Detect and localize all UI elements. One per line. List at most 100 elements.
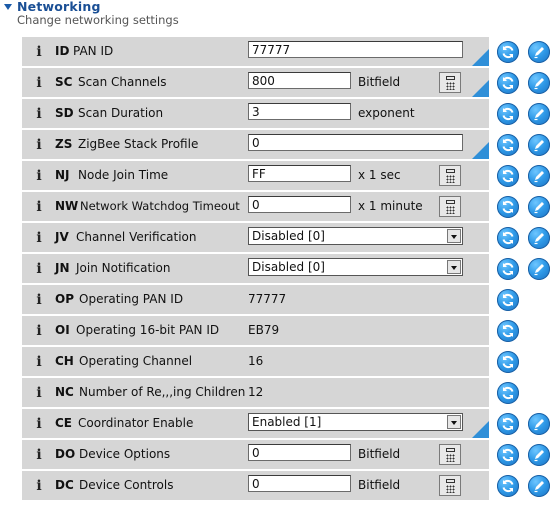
section-subtitle: Change networking settings (17, 13, 179, 27)
write-pencil-icon[interactable] (528, 134, 550, 156)
read-refresh-icon[interactable] (497, 320, 519, 342)
write-pencil-icon[interactable] (528, 475, 550, 497)
setting-code: CE (55, 416, 73, 430)
info-icon[interactable]: i (31, 354, 47, 370)
write-pencil-icon[interactable] (528, 165, 550, 187)
setting-code: JV (55, 230, 69, 244)
setting-unit: x 1 minute (358, 199, 423, 213)
info-icon[interactable]: i (31, 75, 47, 91)
setting-row-sc: i SC Scan Channels 800 Bitfield (22, 68, 489, 97)
write-pencil-icon[interactable] (528, 41, 550, 63)
modified-corner-marker (472, 142, 489, 159)
scan-channels-input[interactable]: 800 (248, 72, 351, 89)
setting-row-id: i ID PAN ID 77777 (22, 37, 489, 66)
setting-code: DO (55, 447, 76, 461)
info-icon[interactable]: i (31, 416, 47, 432)
setting-label: Operating 16-bit PAN ID (76, 323, 220, 337)
read-refresh-icon[interactable] (497, 103, 519, 125)
setting-row-dc: i DC Device Controls 0 Bitfield (22, 471, 489, 500)
write-pencil-icon[interactable] (528, 103, 550, 125)
read-refresh-icon[interactable] (497, 165, 519, 187)
info-icon[interactable]: i (31, 385, 47, 401)
write-pencil-icon[interactable] (528, 413, 550, 435)
setting-label: Operating PAN ID (79, 292, 184, 306)
info-icon[interactable]: i (31, 447, 47, 463)
section-header[interactable]: Networking Change networking settings (0, 0, 559, 34)
chevron-down-icon[interactable] (447, 415, 461, 429)
device-controls-input[interactable]: 0 (248, 475, 351, 492)
coordinator-enable-select[interactable]: Enabled [1] (248, 413, 463, 431)
info-icon[interactable]: i (31, 106, 47, 122)
setting-label: Join Notification (76, 261, 171, 275)
setting-row-nw: i NW Network Watchdog Timeout 0 x 1 minu… (22, 192, 489, 221)
setting-row-op: i OP Operating PAN ID 77777 (22, 285, 489, 314)
readonly-value: 16 (248, 354, 264, 368)
select-value: Disabled [0] (252, 260, 325, 274)
write-pencil-icon[interactable] (528, 258, 550, 280)
read-refresh-icon[interactable] (497, 258, 519, 280)
info-icon[interactable]: i (31, 230, 47, 246)
read-refresh-icon[interactable] (497, 351, 519, 373)
read-refresh-icon[interactable] (497, 134, 519, 156)
info-icon[interactable]: i (31, 137, 47, 153)
chevron-down-icon[interactable] (447, 260, 461, 274)
write-pencil-icon[interactable] (528, 227, 550, 249)
setting-unit: Bitfield (358, 75, 401, 89)
setting-label: Number of Re,,,ing Children (79, 385, 246, 399)
setting-row-jv: i JV Channel Verification Disabled [0] (22, 223, 489, 252)
info-icon[interactable]: i (31, 323, 47, 339)
join-notification-select[interactable]: Disabled [0] (248, 258, 463, 276)
read-refresh-icon[interactable] (497, 41, 519, 63)
read-refresh-icon[interactable] (497, 227, 519, 249)
chevron-down-icon[interactable] (447, 229, 461, 243)
calculator-icon[interactable] (439, 196, 461, 217)
setting-code: NW (55, 199, 79, 213)
info-icon[interactable]: i (31, 44, 47, 60)
scan-duration-input[interactable]: 3 (248, 103, 351, 120)
setting-label: Coordinator Enable (78, 416, 194, 430)
calculator-icon[interactable] (439, 444, 461, 465)
calculator-icon[interactable] (439, 165, 461, 186)
node-join-time-input[interactable]: FF (248, 165, 351, 182)
write-pencil-icon[interactable] (528, 72, 550, 94)
write-pencil-icon[interactable] (528, 444, 550, 466)
setting-code: NJ (55, 168, 70, 182)
device-options-input[interactable]: 0 (248, 444, 351, 461)
setting-code: OP (55, 292, 74, 306)
select-value: Enabled [1] (252, 415, 322, 429)
setting-unit: exponent (358, 106, 415, 120)
pan-id-input[interactable]: 77777 (248, 41, 463, 58)
read-refresh-icon[interactable] (497, 444, 519, 466)
network-watchdog-input[interactable]: 0 (248, 196, 351, 213)
setting-label: Device Options (79, 447, 171, 461)
read-refresh-icon[interactable] (497, 72, 519, 94)
readonly-value: 12 (248, 385, 264, 399)
setting-code: SD (55, 106, 74, 120)
read-refresh-icon[interactable] (497, 413, 519, 435)
info-icon[interactable]: i (31, 292, 47, 308)
setting-unit: Bitfield (358, 478, 401, 492)
write-pencil-icon[interactable] (528, 196, 550, 218)
info-icon[interactable]: i (31, 261, 47, 277)
read-refresh-icon[interactable] (497, 382, 519, 404)
setting-code: DC (55, 478, 74, 492)
setting-unit: Bitfield (358, 447, 401, 461)
info-icon[interactable]: i (31, 199, 47, 215)
section-title: Networking (17, 0, 101, 14)
setting-label: PAN ID (73, 44, 114, 58)
zigbee-stack-profile-input[interactable]: 0 (248, 134, 463, 151)
collapse-arrow-icon[interactable] (4, 4, 12, 10)
read-refresh-icon[interactable] (497, 475, 519, 497)
channel-verification-select[interactable]: Disabled [0] (248, 227, 463, 245)
read-refresh-icon[interactable] (497, 196, 519, 218)
setting-label: Channel Verification (76, 230, 197, 244)
modified-corner-marker (472, 80, 489, 97)
info-icon[interactable]: i (31, 168, 47, 184)
info-icon[interactable]: i (31, 478, 47, 494)
calculator-icon[interactable] (439, 475, 461, 496)
setting-row-zs: i ZS ZigBee Stack Profile 0 (22, 130, 489, 159)
calculator-icon[interactable] (439, 72, 461, 93)
setting-label: Operating Channel (79, 354, 193, 368)
setting-unit: x 1 sec (358, 168, 401, 182)
read-refresh-icon[interactable] (497, 289, 519, 311)
